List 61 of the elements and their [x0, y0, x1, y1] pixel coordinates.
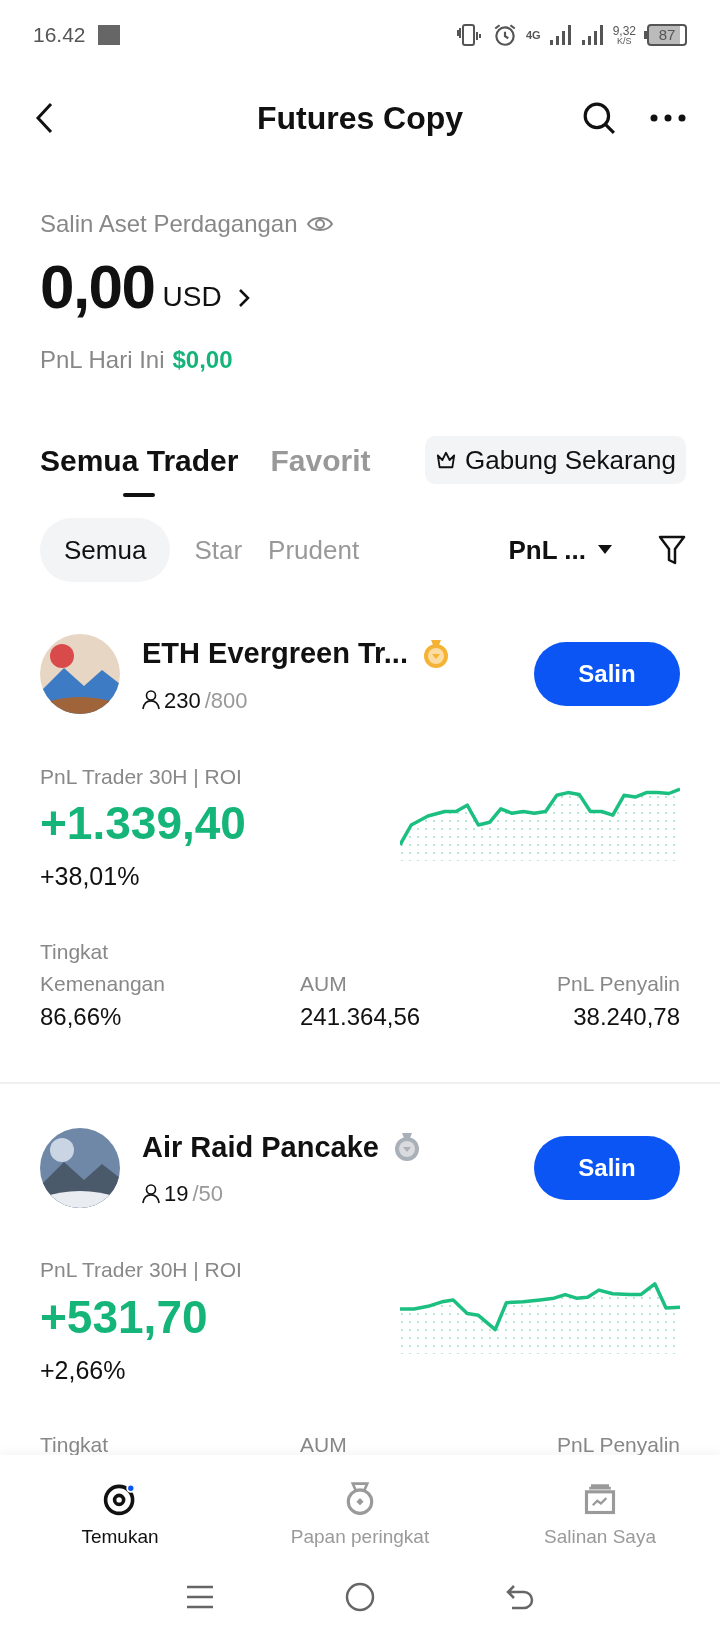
more-icon — [650, 114, 686, 122]
filter-chip[interactable]: Semua — [40, 518, 171, 582]
sort-dropdown[interactable]: PnL ... — [508, 530, 612, 570]
trader-name: ETH Evergreen Tr... — [142, 636, 408, 671]
battery-level: 87 — [647, 24, 687, 46]
roi-value: +38,01% — [40, 861, 141, 892]
crown-icon — [434, 450, 457, 470]
home-button[interactable] — [345, 1581, 375, 1612]
pnl-label: PnL Trader 30H | ROI — [40, 1257, 242, 1283]
nav-tab[interactable]: Temukan — [0, 1481, 240, 1552]
back-icon — [34, 102, 54, 134]
more-button[interactable] — [650, 114, 686, 122]
assets-amount: 0,00 — [40, 252, 155, 322]
stat-label: PnL Penyalin — [557, 970, 680, 997]
speed-unit: K/S — [617, 36, 632, 46]
notification-icon — [97, 25, 120, 45]
pnl-today-label: PnL Hari Ini — [40, 345, 165, 375]
menu-icon — [185, 1583, 214, 1610]
signal-icon — [548, 24, 573, 46]
copier-capacity: /800 — [204, 686, 248, 715]
page-title: Futures Copy — [255, 99, 465, 138]
network-type: 4G — [525, 29, 541, 41]
target-icon — [102, 1481, 138, 1517]
stat-label: PnL Penyalin — [557, 1432, 680, 1458]
search-button[interactable] — [582, 101, 616, 135]
assets-label: Salin Aset Perdagangan — [40, 209, 298, 239]
roi-value: +2,66% — [40, 1354, 127, 1386]
trader-name: Air Raid Pancake — [142, 1129, 379, 1165]
network-speed: 9,32 — [612, 24, 636, 37]
stat-label: Tingkat — [40, 1432, 110, 1458]
tab[interactable]: Semua Trader — [40, 437, 239, 497]
join-button[interactable]: Gabung Sekarang — [424, 436, 686, 484]
caret-icon — [598, 545, 612, 555]
person-icon — [142, 1183, 160, 1204]
stat-value: 86,66% — [40, 1001, 123, 1032]
copier-count: 19 — [164, 1180, 189, 1208]
back-icon — [506, 1583, 535, 1610]
chart-icon — [582, 1481, 618, 1517]
stat-label: AUM — [300, 970, 347, 997]
copier-count: 230 — [164, 686, 201, 715]
stat-label: Tingkat Kemenangan — [40, 938, 166, 997]
pnl-value: +531,70 — [40, 1289, 209, 1345]
stat-value: 38.240,78 — [573, 1001, 680, 1032]
filter-button[interactable] — [658, 534, 686, 566]
filter-icon — [658, 534, 686, 566]
status-time: 16.42 — [33, 22, 86, 49]
copy-button[interactable]: Salin — [534, 1135, 680, 1200]
eye-icon[interactable] — [305, 214, 334, 234]
pnl-value: +1.339,40 — [40, 796, 246, 851]
pnl-label: PnL Trader 30H | ROI — [40, 763, 243, 790]
copier-capacity: /50 — [192, 1180, 224, 1208]
chevron-icon[interactable] — [237, 288, 250, 308]
person-icon — [142, 690, 160, 710]
pnl-today-value: $0,00 — [172, 345, 233, 375]
signal-icon — [580, 24, 605, 46]
stat-label: AUM — [300, 1432, 347, 1458]
copy-button[interactable]: Salin — [534, 642, 680, 707]
home-icon — [345, 1581, 375, 1612]
search-icon — [582, 101, 616, 135]
currency-label: USD — [162, 280, 222, 314]
stat-value: 241.364,56 — [300, 1001, 421, 1032]
